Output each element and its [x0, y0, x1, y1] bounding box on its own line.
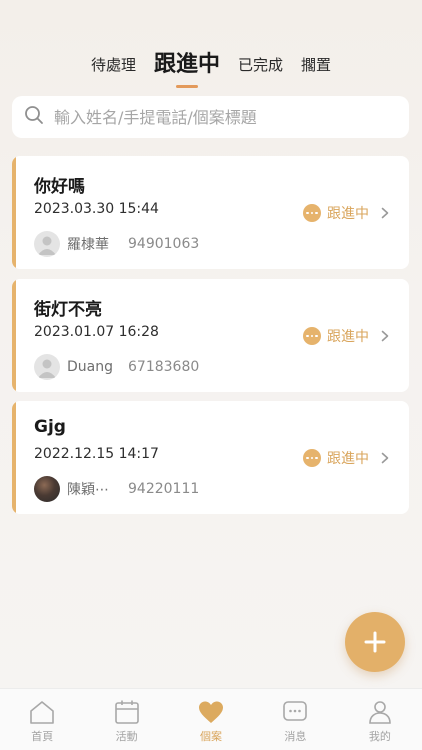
- user-name: Duang: [67, 359, 113, 375]
- more-dots-icon: [303, 327, 321, 345]
- home-icon: [30, 701, 55, 724]
- tab-pending[interactable]: 待處理: [91, 57, 136, 73]
- case-user: 陳穎⋯ 94220111: [34, 476, 199, 502]
- nav-home[interactable]: 首頁: [0, 689, 84, 750]
- case-card[interactable]: 街灯不亮 2023.01.07 16:28 Duang 67183680 跟進中: [12, 279, 409, 392]
- card-accent-bar: [12, 279, 16, 392]
- case-status-tabs: 待處理 跟進中 已完成 擱置: [0, 40, 422, 90]
- nav-messages-label: 消息: [284, 730, 307, 743]
- chevron-right-icon: [381, 207, 389, 219]
- nav-profile-label: 我的: [368, 730, 391, 743]
- search-input[interactable]: [54, 107, 394, 127]
- user-name: 羅棣華: [67, 237, 109, 253]
- chevron-right-icon: [381, 330, 389, 342]
- case-title: 你好嗎: [34, 177, 85, 197]
- plus-icon: [364, 631, 386, 653]
- case-title: Gjg: [34, 417, 66, 437]
- tab-following[interactable]: 跟進中: [154, 54, 220, 76]
- user-phone: 94901063: [128, 236, 200, 252]
- calendar-icon: [114, 700, 139, 724]
- nav-activities-label: 活動: [115, 730, 138, 743]
- default-avatar-icon: [34, 354, 60, 380]
- tab-completed[interactable]: 已完成: [238, 57, 283, 73]
- case-datetime: 2022.12.15 14:17: [34, 446, 159, 462]
- add-case-button[interactable]: [345, 612, 405, 672]
- nav-messages[interactable]: 消息: [253, 689, 337, 750]
- card-accent-bar: [12, 401, 16, 514]
- user-name: 陳穎⋯: [67, 482, 109, 498]
- case-title: 街灯不亮: [34, 300, 102, 320]
- profile-icon: [369, 701, 391, 724]
- status-indicator: 跟進中: [303, 326, 389, 346]
- bottom-navigation: 首頁 活動 個案 消息 我的: [0, 688, 422, 750]
- status-indicator: 跟進中: [303, 448, 389, 468]
- user-phone: 67183680: [128, 359, 200, 375]
- case-user: 羅棣華 94901063: [34, 231, 199, 257]
- search-icon: [24, 105, 44, 129]
- user-phone: 94220111: [128, 481, 200, 497]
- status-label: 跟進中: [327, 451, 369, 467]
- nav-profile[interactable]: 我的: [338, 689, 422, 750]
- nav-cases[interactable]: 個案: [169, 689, 253, 750]
- message-icon: [283, 701, 308, 721]
- card-accent-bar: [12, 156, 16, 269]
- tab-on-hold[interactable]: 擱置: [301, 57, 331, 73]
- default-avatar-icon: [34, 231, 60, 257]
- status-label: 跟進中: [327, 206, 369, 222]
- nav-activities[interactable]: 活動: [84, 689, 168, 750]
- nav-home-label: 首頁: [31, 730, 54, 743]
- more-dots-icon: [303, 449, 321, 467]
- more-dots-icon: [303, 204, 321, 222]
- case-card[interactable]: 你好嗎 2023.03.30 15:44 羅棣華 94901063 跟進中: [12, 156, 409, 269]
- chevron-right-icon: [381, 452, 389, 464]
- case-card[interactable]: Gjg 2022.12.15 14:17 陳穎⋯ 94220111 跟進中: [12, 401, 409, 514]
- search-bar[interactable]: [12, 96, 409, 138]
- case-datetime: 2023.01.07 16:28: [34, 324, 159, 340]
- case-datetime: 2023.03.30 15:44: [34, 201, 159, 217]
- status-indicator: 跟進中: [303, 203, 389, 223]
- heart-icon: [199, 701, 224, 723]
- user-photo-avatar: [34, 476, 60, 502]
- nav-cases-label: 個案: [200, 730, 223, 743]
- case-user: Duang 67183680: [34, 354, 199, 380]
- status-label: 跟進中: [327, 329, 369, 345]
